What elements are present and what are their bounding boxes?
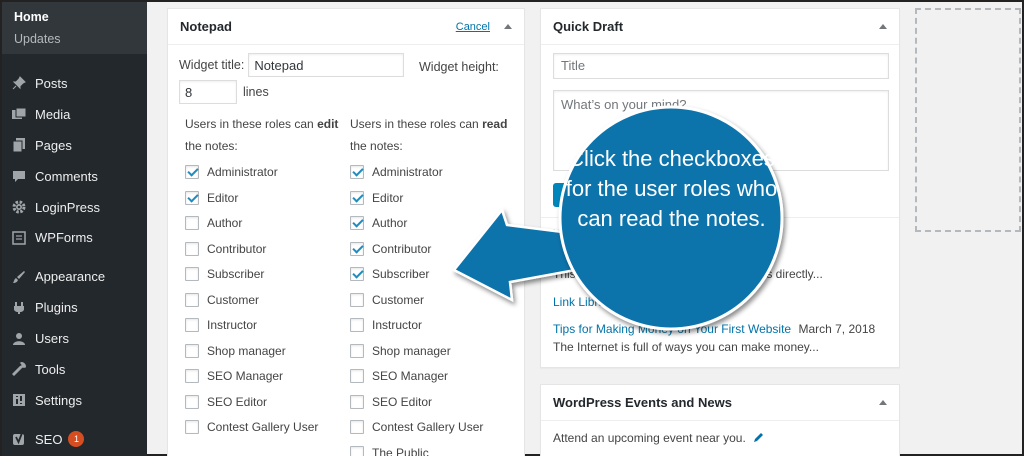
callout-graphic bbox=[452, 105, 784, 331]
callout-text: Click the checkboxes for the user roles … bbox=[565, 146, 778, 231]
